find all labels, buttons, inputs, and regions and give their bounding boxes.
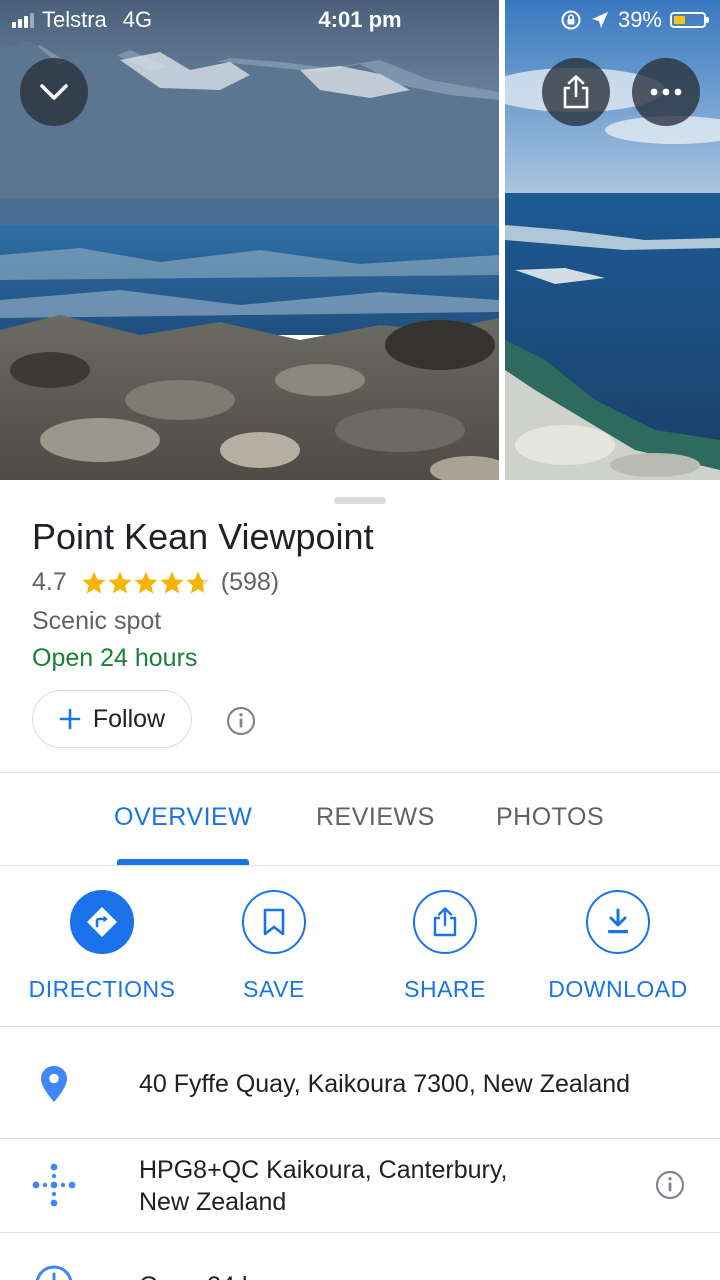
- tab-photos[interactable]: PHOTOS: [496, 803, 604, 832]
- rotation-lock-icon: [561, 10, 581, 30]
- plus-icon: [59, 708, 81, 730]
- hours-text[interactable]: Open 24 h: [139, 1270, 256, 1280]
- hours-icon-slot: [26, 1264, 82, 1280]
- more-options-button[interactable]: [632, 58, 700, 126]
- share-button-top[interactable]: [542, 58, 610, 126]
- tab-reviews[interactable]: REVIEWS: [316, 803, 435, 832]
- download-circle: [586, 890, 650, 954]
- follow-label: Follow: [92, 704, 166, 733]
- place-details-sheet: Point Kean Viewpoint 4.7 (598) Scenic sp…: [0, 480, 720, 1280]
- bookmark-icon: [263, 908, 285, 936]
- divider: [0, 1232, 720, 1233]
- directions-circle: [70, 890, 134, 954]
- tab-overview[interactable]: OVERVIEW: [114, 803, 252, 832]
- rating-value: 4.7: [32, 568, 67, 596]
- place-title: Point Kean Viewpoint: [32, 516, 374, 557]
- follow-info-button[interactable]: [226, 706, 256, 741]
- review-count: (598): [220, 568, 280, 596]
- place-category: Scenic spot: [32, 607, 162, 635]
- star-icon: [160, 571, 184, 593]
- save-label: SAVE: [243, 976, 305, 1002]
- collapse-button[interactable]: [20, 58, 88, 126]
- place-details-screen: Telstra 4G 4:01 pm 39% Point Kean Viewpo…: [0, 0, 720, 1280]
- location-arrow-icon: [591, 12, 608, 28]
- divider: [0, 772, 720, 773]
- more-horizontal-icon: [650, 88, 682, 96]
- divider: [0, 865, 720, 866]
- plus-code-icon: [32, 1163, 76, 1207]
- battery-percent: 39%: [617, 7, 662, 32]
- share-icon: [433, 907, 457, 937]
- plus-code-info-button[interactable]: [655, 1170, 685, 1205]
- save-button[interactable]: SAVE: [189, 890, 359, 1003]
- battery-icon: [670, 12, 709, 28]
- divider: [0, 1138, 720, 1139]
- plus-code-line-2: New Zealand: [139, 1188, 287, 1216]
- download-label: DOWNLOAD: [548, 976, 688, 1002]
- plus-code-text[interactable]: HPG8+QC Kaikoura, Canterbury, New Zealan…: [139, 1154, 507, 1218]
- share-circle: [413, 890, 477, 954]
- chevron-down-icon: [40, 84, 68, 100]
- share-label: SHARE: [404, 976, 486, 1002]
- download-icon: [608, 908, 628, 934]
- info-icon: [226, 706, 256, 736]
- address-text[interactable]: 40 Fyffe Quay, Kaikoura 7300, New Zealan…: [139, 1068, 630, 1100]
- star-icon: [108, 571, 132, 593]
- plus-code-line-1: HPG8+QC Kaikoura, Canterbury,: [139, 1156, 508, 1184]
- share-icon: [563, 75, 589, 109]
- location-pin-icon: [41, 1066, 67, 1102]
- directions-icon: [87, 907, 117, 937]
- plus-code-icon-slot: [26, 1161, 82, 1209]
- download-button[interactable]: DOWNLOAD: [533, 890, 703, 1003]
- address-icon-slot: [26, 1064, 82, 1104]
- status-right: 39%: [560, 7, 709, 33]
- star-icon: [186, 571, 210, 593]
- rating-row[interactable]: 4.7 (598): [32, 568, 279, 597]
- clock-icon: [35, 1265, 73, 1280]
- drag-handle[interactable]: [334, 497, 386, 504]
- share-button[interactable]: SHARE: [360, 890, 530, 1003]
- divider: [0, 1026, 720, 1027]
- save-circle: [242, 890, 306, 954]
- directions-button[interactable]: DIRECTIONS: [17, 890, 187, 1003]
- status-bar: Telstra 4G 4:01 pm 39%: [0, 0, 720, 40]
- open-status: Open 24 hours: [32, 644, 198, 672]
- star-icon: [82, 571, 106, 593]
- star-icon: [134, 571, 158, 593]
- follow-button[interactable]: Follow: [32, 690, 192, 748]
- directions-label: DIRECTIONS: [28, 976, 176, 1002]
- star-rating: [81, 570, 211, 596]
- info-icon: [655, 1170, 685, 1200]
